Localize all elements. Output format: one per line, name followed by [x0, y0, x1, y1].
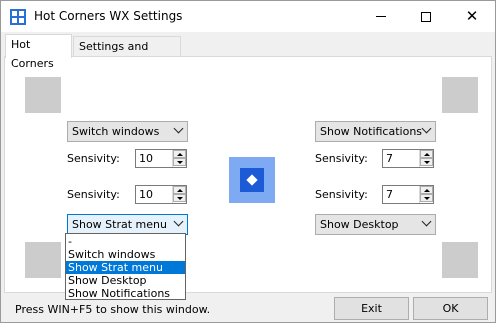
bottom-right-action-value: Show Desktop — [320, 218, 399, 231]
arrow-down-icon — [176, 196, 183, 200]
chevron-down-icon — [173, 216, 184, 227]
top-left-action-select[interactable]: Switch windows — [67, 121, 188, 142]
increment-button[interactable] — [173, 186, 186, 194]
corner-box-bottom-right — [442, 242, 478, 278]
increment-button[interactable] — [420, 186, 433, 194]
decrement-button[interactable] — [420, 158, 433, 166]
increment-button[interactable] — [173, 150, 186, 158]
arrow-up-icon — [423, 188, 430, 192]
title-bar[interactable]: Hot Corners WX Settings ✕ — [1, 1, 495, 32]
bottom-right-action-select[interactable]: Show Desktop — [315, 214, 436, 235]
increment-button[interactable] — [420, 150, 433, 158]
bottom-left-action-select[interactable]: Show Strat menu — [67, 214, 188, 235]
arrow-down-icon — [423, 160, 430, 164]
bottom-right-sensitivity-label: Sensivity: — [315, 188, 368, 201]
bottom-left-sensitivity-label: Sensivity: — [67, 188, 120, 201]
arrow-down-icon — [423, 196, 430, 200]
bottom-left-sensitivity-value: 10 — [139, 188, 153, 201]
decrement-button[interactable] — [173, 158, 186, 166]
bottom-right-sensitivity-value: 7 — [386, 188, 393, 201]
top-left-action-value: Switch windows — [72, 125, 160, 138]
hot-corners-logo-icon — [229, 157, 275, 203]
dropdown-option[interactable]: Show Desktop — [66, 274, 185, 287]
decrement-button[interactable] — [420, 194, 433, 202]
tab-hot-corners[interactable]: Hot Corners — [5, 34, 72, 70]
arrow-up-icon — [423, 152, 430, 156]
minimize-button[interactable] — [358, 1, 404, 32]
top-right-sensitivity-label: Sensivity: — [315, 152, 368, 165]
bottom-right-sensitivity-stepper[interactable]: 7 — [382, 185, 434, 204]
chevron-down-icon — [421, 123, 432, 134]
maximize-icon — [421, 11, 431, 22]
status-text: Press WIN+F5 to show this window. — [15, 303, 211, 316]
corner-box-top-right — [442, 77, 478, 113]
minimize-icon — [376, 16, 386, 17]
close-button[interactable]: ✕ — [449, 1, 495, 32]
close-icon: ✕ — [465, 7, 479, 25]
top-right-sensitivity-stepper[interactable]: 7 — [382, 149, 434, 168]
dropdown-option[interactable]: Show Notifications — [66, 287, 185, 300]
app-icon — [10, 9, 26, 25]
top-right-sensitivity-value: 7 — [386, 152, 393, 165]
arrow-up-icon — [176, 152, 183, 156]
corner-box-bottom-left — [25, 242, 61, 278]
bottom-left-sensitivity-stepper[interactable]: 10 — [135, 185, 187, 204]
dropdown-option-selected[interactable]: Show Strat menu — [66, 261, 185, 274]
window-title: Hot Corners WX Settings — [34, 9, 183, 23]
top-right-action-value: Show Notifications — [320, 125, 423, 138]
tab-settings-and-about[interactable]: Settings and About... — [73, 36, 181, 72]
ok-button[interactable]: OK — [413, 297, 488, 320]
tab-strip: Hot Corners Settings and About... — [1, 32, 495, 72]
bottom-left-action-value: Show Strat menu — [72, 218, 167, 231]
exit-button[interactable]: Exit — [334, 297, 409, 320]
arrow-up-icon — [176, 188, 183, 192]
dropdown-option[interactable]: - — [66, 235, 185, 248]
top-left-sensitivity-label: Sensivity: — [67, 152, 120, 165]
corner-box-top-left — [25, 77, 61, 113]
arrow-down-icon — [176, 160, 183, 164]
decrement-button[interactable] — [173, 194, 186, 202]
chevron-down-icon — [421, 216, 432, 227]
top-left-sensitivity-stepper[interactable]: 10 — [135, 149, 187, 168]
dropdown-option[interactable]: Switch windows — [66, 248, 185, 261]
top-left-sensitivity-value: 10 — [139, 152, 153, 165]
maximize-button[interactable] — [403, 1, 449, 32]
top-right-action-select[interactable]: Show Notifications — [315, 121, 436, 142]
action-dropdown-list: - Switch windows Show Strat menu Show De… — [65, 233, 186, 300]
chevron-down-icon — [173, 123, 184, 134]
